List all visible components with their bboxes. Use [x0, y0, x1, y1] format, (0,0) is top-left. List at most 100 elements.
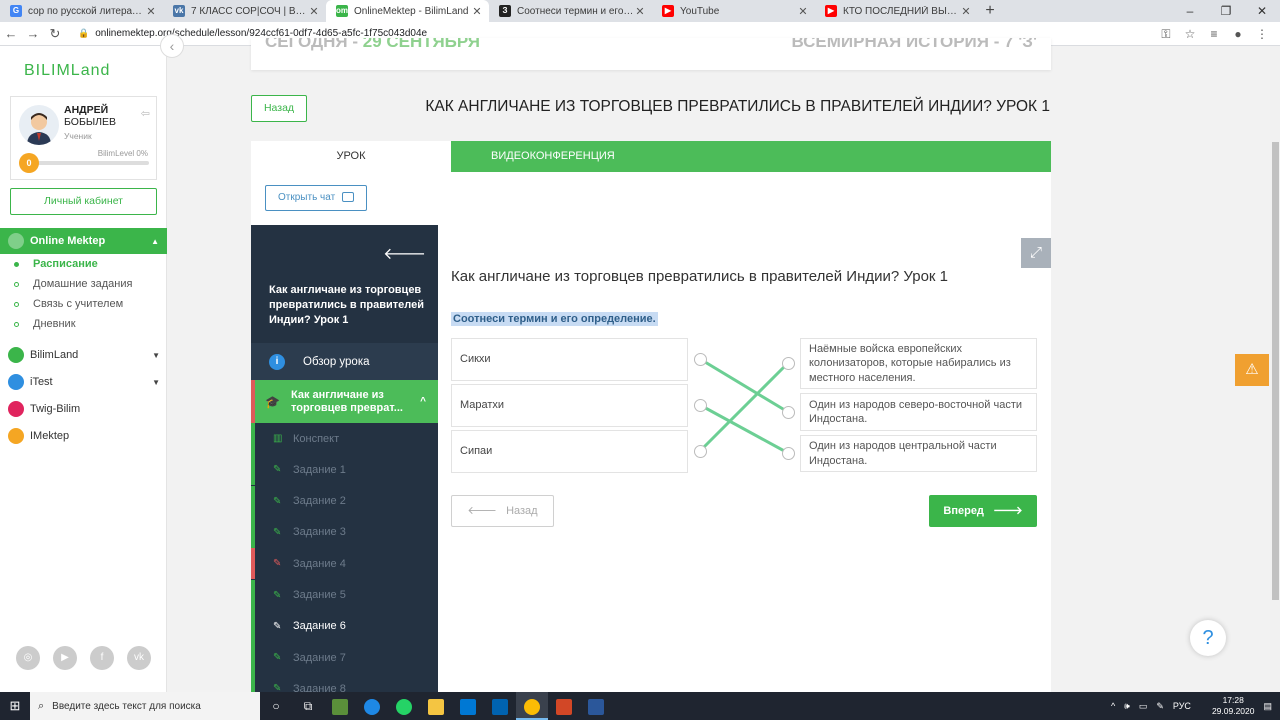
store-icon[interactable] [452, 692, 484, 720]
reload-icon[interactable]: ↻ [44, 26, 66, 42]
windows-taskbar: ⊞ ⌕ Введите здесь текст для поиска ○ ⧉ ^ … [0, 692, 1280, 720]
new-tab-icon[interactable]: + [978, 0, 1002, 22]
back-button[interactable]: Назад [251, 95, 307, 122]
definition-connector-handle[interactable] [782, 406, 795, 419]
help-button[interactable]: ? [1190, 620, 1226, 656]
close-tab-icon[interactable]: ✕ [960, 5, 972, 18]
tab-lesson[interactable]: УРОК [251, 141, 451, 172]
online-mektep-icon [8, 233, 24, 249]
menu-online-mektep-label: Online Mektep [30, 235, 106, 247]
match-line [698, 361, 790, 453]
bullet-icon [14, 261, 19, 267]
close-tab-icon[interactable]: ✕ [145, 5, 157, 18]
menu-online-mektep[interactable]: Online Mektep ▲ [0, 228, 167, 254]
menu-itest[interactable]: iTest ▼ [8, 374, 160, 390]
warning-icon[interactable]: ⚠ [1235, 354, 1269, 386]
tab-videoconference[interactable]: ВИДЕОКОНФЕРЕНЦИЯ [491, 141, 615, 172]
submenu-label: Дневник [33, 318, 76, 330]
submenu-schedule[interactable]: Расписание [14, 258, 98, 270]
chrome-icon[interactable] [516, 692, 548, 720]
avatar [19, 105, 59, 145]
browser-tab[interactable]: Gсор по русской литературе 7 кл✕ [0, 0, 163, 22]
menu-dots-icon[interactable]: ⋮ [1250, 27, 1274, 41]
browser-tab[interactable]: ▶ YouTube ✕ [652, 0, 815, 22]
scrollbar-thumb[interactable] [1272, 142, 1279, 600]
volume-icon[interactable]: 🕪 [1124, 701, 1130, 712]
powerpoint-icon[interactable] [548, 692, 580, 720]
window-controls: – ❐ ✕ [1172, 0, 1280, 22]
browser-tab[interactable]: ▶ КТО ПОСЛЕДНИЙ ВЫБЕРЕТСЯ И...✕ [815, 0, 978, 22]
lesson-title: КАК АНГЛИЧАНЕ ИЗ ТОРГОВЦЕВ ПРЕВРАТИЛИСЬ … [425, 98, 1050, 115]
network-icon[interactable]: ▭ [1139, 701, 1148, 712]
reading-list-icon[interactable]: ≡ [1202, 27, 1226, 41]
language-indicator[interactable]: РУС [1173, 701, 1191, 711]
system-tray: ^ 🕪 ▭ ✎ РУС 17:28 29.09.2020 ▤ [1102, 692, 1272, 720]
browser-tab[interactable]: om OnlineMektep - BilimLand ✕ [326, 0, 489, 22]
clock[interactable]: 17:28 29.09.2020 [1203, 695, 1255, 717]
match-line [699, 403, 789, 455]
maximize-icon[interactable]: ❐ [1208, 0, 1244, 22]
menu-twig-bilim[interactable]: Twig-Bilim [8, 401, 160, 417]
term-connector-handle[interactable] [694, 445, 707, 458]
definition-connector-handle[interactable] [782, 357, 795, 370]
pen-icon[interactable]: ✎ [1156, 701, 1164, 712]
file-explorer-icon[interactable] [420, 692, 452, 720]
bilimland-logo[interactable]: BILIMLand [24, 62, 110, 80]
submenu-contact-teacher[interactable]: Связь с учителем [14, 298, 123, 310]
close-tab-icon[interactable]: ✕ [471, 5, 483, 18]
bilim-level-label: BilimLevel 0% [97, 149, 148, 158]
user-role: Ученик [64, 131, 92, 141]
minimize-icon[interactable]: – [1172, 0, 1208, 22]
minecraft-icon[interactable] [324, 692, 356, 720]
edge-icon[interactable] [356, 692, 388, 720]
chevron-down-icon: ▼ [152, 350, 160, 360]
submenu-homework[interactable]: Домашние задания [14, 278, 132, 290]
page-scrollbar[interactable] [1270, 46, 1280, 692]
taskbar-search-placeholder: Введите здесь текст для поиска [52, 700, 201, 712]
term-connector-handle[interactable] [694, 353, 707, 366]
user-name: АНДРЕЙ БОБЫЛЕВ [64, 104, 116, 128]
word-icon[interactable] [580, 692, 612, 720]
search-icon: ⌕ [38, 699, 45, 712]
whatsapp-icon[interactable] [388, 692, 420, 720]
mail-icon[interactable] [484, 692, 516, 720]
back-arrow-icon[interactable]: ← [0, 26, 22, 41]
profile-icon[interactable]: ● [1226, 27, 1250, 41]
youtube-icon[interactable]: ▶ [53, 646, 77, 670]
logout-icon[interactable]: ⇦ [141, 107, 150, 120]
forward-arrow-icon[interactable]: → [22, 26, 44, 41]
windows-start-icon[interactable]: ⊞ [0, 698, 30, 714]
browser-tab[interactable]: З Соотнеси термин и его опреде...✕ [489, 0, 652, 22]
menu-bilimland[interactable]: BilimLand ▼ [8, 347, 160, 363]
personal-cabinet-button[interactable]: Личный кабинет [10, 188, 157, 215]
today-label: СЕГОДНЯ - [265, 38, 359, 51]
tab-title: КТО ПОСЛЕДНИЙ ВЫБЕРЕТСЯ И... [843, 5, 960, 17]
bilimland-icon [8, 347, 24, 363]
browser-tab[interactable]: vk 7 КЛАСС СОР|СОЧ | ВКонтакте✕ [163, 0, 326, 22]
browser-tab-bar: Gсор по русской литературе 7 кл✕vk7 КЛАС… [0, 0, 1280, 22]
facebook-icon[interactable]: f [90, 646, 114, 670]
subject-name: ВСЕМИРНАЯ ИСТОРИЯ - 7 'З' [791, 38, 1037, 51]
lesson-tabs: УРОК ВИДЕОКОНФЕРЕНЦИЯ [251, 141, 1051, 172]
instagram-icon[interactable]: ◎ [16, 646, 40, 670]
close-tab-icon[interactable]: ✕ [797, 5, 809, 18]
tray-chevron-icon[interactable]: ^ [1111, 701, 1115, 711]
term-connector-handle[interactable] [694, 399, 707, 412]
close-window-icon[interactable]: ✕ [1244, 0, 1280, 22]
chevron-up-icon: ▲ [151, 236, 159, 246]
user-first-name: АНДРЕЙ [64, 104, 109, 116]
notifications-icon[interactable]: ▤ [1263, 701, 1272, 712]
key-icon[interactable]: ⚿ [1154, 27, 1178, 42]
menu-imektep[interactable]: IMektep [8, 428, 160, 444]
submenu-diary[interactable]: Дневник [14, 318, 76, 330]
vk-icon[interactable]: vk [127, 646, 151, 670]
star-icon[interactable]: ☆ [1178, 27, 1202, 41]
close-tab-icon[interactable]: ✕ [634, 5, 646, 18]
cortana-icon[interactable]: ○ [260, 692, 292, 720]
close-tab-icon[interactable]: ✕ [308, 5, 320, 18]
task-view-icon[interactable]: ⧉ [292, 692, 324, 720]
level-badge: 0 [19, 153, 39, 173]
definition-connector-handle[interactable] [782, 447, 795, 460]
taskbar-search[interactable]: ⌕ Введите здесь текст для поиска [30, 692, 260, 720]
collapse-sidebar-button[interactable]: ‹ [160, 34, 184, 58]
